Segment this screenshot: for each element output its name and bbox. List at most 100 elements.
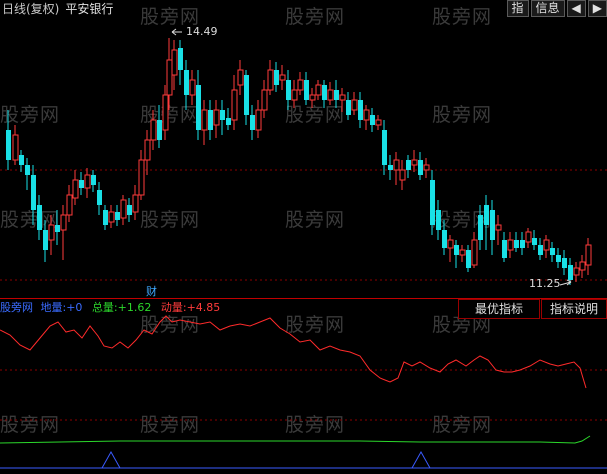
candle-body bbox=[423, 164, 430, 171]
candle-body bbox=[388, 165, 393, 170]
low-price-label: 11.25 bbox=[529, 277, 561, 290]
candle-body bbox=[466, 250, 471, 268]
candle-body bbox=[231, 89, 238, 121]
candle-body bbox=[79, 180, 84, 188]
candle-body bbox=[304, 80, 309, 100]
candle-body bbox=[261, 89, 268, 111]
candle-body bbox=[507, 239, 514, 251]
momentum-line bbox=[0, 315, 587, 389]
candle-body bbox=[370, 115, 375, 125]
candle-body bbox=[399, 169, 406, 181]
candle-body bbox=[171, 49, 178, 76]
candle-body bbox=[351, 99, 358, 111]
candle-body bbox=[279, 74, 286, 81]
high-price-label: 14.49 bbox=[186, 25, 218, 38]
candle-body bbox=[309, 94, 316, 101]
indicator-name: 股旁网 bbox=[0, 301, 33, 314]
candle-body bbox=[208, 110, 213, 130]
candle-body bbox=[346, 100, 351, 115]
candle-body bbox=[579, 261, 586, 271]
total-volume-value: +1.62 bbox=[117, 301, 152, 314]
low-volume-label: 地量: bbox=[40, 301, 67, 314]
candle-body bbox=[138, 159, 145, 196]
candle-body bbox=[406, 160, 411, 170]
candle-body bbox=[178, 48, 183, 70]
candle-body bbox=[525, 231, 532, 243]
candle-body bbox=[6, 130, 11, 160]
candle-body bbox=[436, 210, 441, 230]
indicator-help-button[interactable]: 指标说明 bbox=[541, 299, 607, 319]
candle-body bbox=[339, 94, 346, 101]
candle-body bbox=[132, 194, 139, 213]
candle-body bbox=[55, 225, 60, 232]
candle-body bbox=[267, 69, 274, 91]
candle-body bbox=[322, 85, 327, 100]
candle-body bbox=[538, 245, 543, 255]
candle-body bbox=[31, 175, 36, 210]
candle-body bbox=[454, 245, 459, 255]
candle-body bbox=[60, 214, 67, 231]
candle-body bbox=[447, 239, 454, 249]
candle-body bbox=[502, 240, 507, 258]
candle-body bbox=[144, 139, 151, 161]
candle-body bbox=[255, 109, 262, 131]
low-volume-value: +0 bbox=[66, 301, 83, 314]
candle-body bbox=[562, 258, 567, 268]
candle-body bbox=[442, 230, 447, 248]
candle-body bbox=[184, 70, 189, 95]
finance-event-marker[interactable]: 财 bbox=[146, 283, 157, 299]
price-chart bbox=[0, 28, 607, 469]
candle-body bbox=[532, 238, 537, 245]
candle-body bbox=[393, 159, 400, 171]
candle-body bbox=[244, 75, 249, 115]
candle-body bbox=[115, 212, 120, 220]
candle-body bbox=[430, 180, 435, 225]
candle-body bbox=[162, 94, 169, 131]
candle-body bbox=[84, 174, 91, 189]
candle-body bbox=[478, 215, 483, 240]
candlestick-series bbox=[6, 38, 592, 285]
candle-body bbox=[568, 265, 573, 280]
candle-body bbox=[213, 109, 220, 126]
candle-body bbox=[19, 155, 24, 165]
candle-body bbox=[226, 118, 231, 125]
candle-body bbox=[120, 199, 127, 219]
low-volume-spike bbox=[101, 450, 121, 469]
candle-body bbox=[484, 205, 489, 225]
candle-body bbox=[91, 175, 96, 185]
candle-body bbox=[103, 210, 108, 225]
candle-body bbox=[382, 130, 387, 165]
candle-body bbox=[25, 165, 30, 175]
candle-body bbox=[550, 248, 555, 255]
candle-body bbox=[150, 119, 157, 141]
candle-body bbox=[363, 109, 370, 121]
candle-body bbox=[543, 239, 550, 251]
candle-body bbox=[12, 134, 19, 161]
candle-body bbox=[556, 255, 561, 262]
candle-body bbox=[157, 120, 162, 140]
candle-body bbox=[471, 239, 478, 266]
best-indicator-button[interactable]: 最优指标 bbox=[458, 299, 540, 319]
candle-body bbox=[297, 79, 304, 91]
candle-body bbox=[220, 110, 225, 120]
candle-body bbox=[127, 205, 132, 215]
candle-body bbox=[196, 85, 201, 130]
candle-body bbox=[334, 90, 339, 100]
candle-body bbox=[514, 240, 519, 248]
candle-body bbox=[108, 211, 115, 223]
candle-body bbox=[358, 100, 363, 120]
candle-body bbox=[315, 84, 322, 96]
candle-body bbox=[166, 59, 173, 96]
candle-body bbox=[490, 210, 495, 240]
candle-body bbox=[37, 205, 42, 230]
candle-body bbox=[286, 80, 291, 100]
candle-body bbox=[495, 224, 502, 231]
candle-body bbox=[327, 89, 334, 101]
candle-body bbox=[585, 244, 592, 266]
candle-body bbox=[250, 115, 255, 130]
candle-body bbox=[43, 230, 48, 250]
candle-body bbox=[66, 194, 73, 216]
candle-body bbox=[459, 249, 466, 256]
candle-body bbox=[375, 119, 382, 126]
volume-total-line bbox=[0, 435, 591, 444]
